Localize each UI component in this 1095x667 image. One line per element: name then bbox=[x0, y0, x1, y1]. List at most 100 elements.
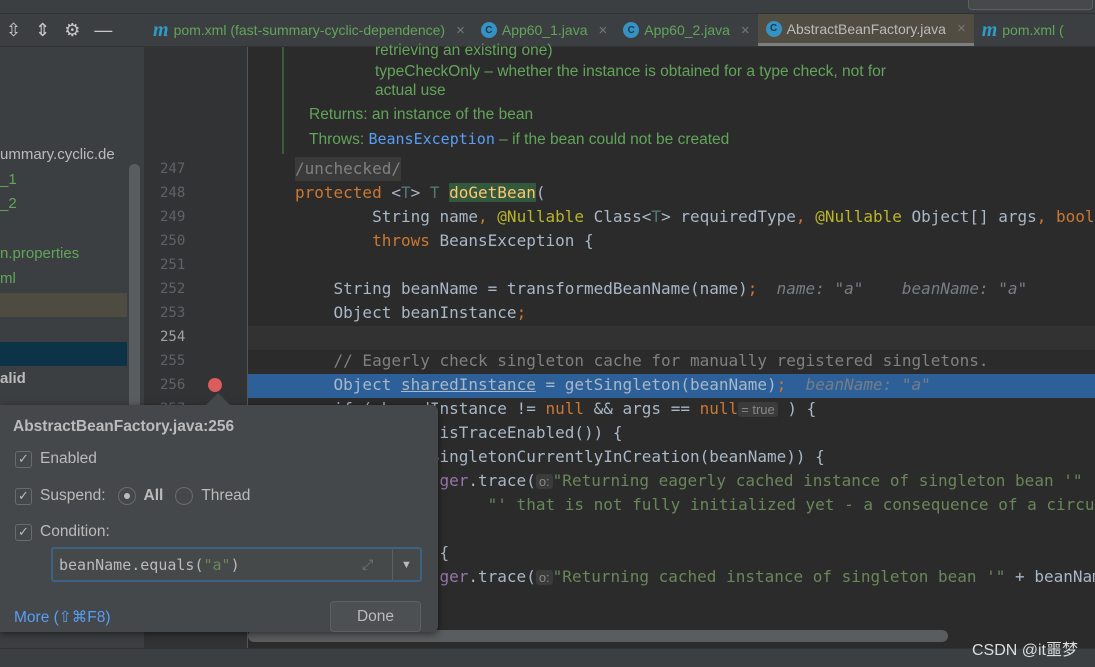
code-line[interactable]: // Eagerly check singleton cache for man… bbox=[295, 349, 989, 373]
javadoc-render: retrieving an existing one) typeCheckOnl… bbox=[282, 42, 1095, 154]
code-token: ; bbox=[516, 303, 527, 322]
suspend-all-label: All bbox=[143, 487, 164, 504]
class-locked-icon: C bbox=[765, 20, 782, 37]
code-line[interactable]: /unchecked/ bbox=[295, 157, 401, 181]
tab-label: pom.xml (fast-summary-cyclic-dependence) bbox=[173, 22, 446, 38]
code-token: "Returning cached instance of singleton … bbox=[552, 567, 1006, 586]
gear-icon[interactable]: ⚙ bbox=[64, 20, 80, 41]
condition-input[interactable]: beanName.equals("a") ⤢ ▼ bbox=[51, 547, 422, 582]
tree-item[interactable]: _1 bbox=[0, 168, 127, 192]
condition-checkbox[interactable]: ✓ bbox=[15, 523, 32, 541]
line-number: 253 bbox=[160, 305, 186, 321]
code-token: @Nullable bbox=[497, 207, 594, 226]
code-token: null bbox=[699, 399, 739, 418]
line-number: 252 bbox=[160, 281, 186, 297]
code-token: @Nullable bbox=[815, 207, 912, 226]
tree-item[interactable] bbox=[0, 317, 127, 341]
tree-item[interactable] bbox=[0, 217, 127, 241]
code-token: name: "a" beanName: "a" bbox=[757, 279, 1028, 298]
code-token: protected bbox=[295, 183, 392, 202]
tab-label: App60_1.java bbox=[501, 22, 588, 38]
chevron-down-icon[interactable]: ▼ bbox=[392, 549, 420, 580]
throws-link[interactable]: BeansException bbox=[368, 130, 494, 148]
code-token: , bbox=[795, 207, 816, 226]
run-configuration-selector[interactable] bbox=[968, 0, 1093, 10]
done-button[interactable]: Done bbox=[330, 601, 421, 632]
code-token: && args == bbox=[593, 399, 700, 418]
minimize-icon[interactable]: — bbox=[94, 20, 112, 41]
tab-3[interactable]: C AbstractBeanFactory.java × bbox=[757, 14, 974, 46]
code-token: Object beanInstance bbox=[295, 303, 517, 322]
code-token: < bbox=[391, 183, 401, 202]
code-token: T bbox=[651, 207, 662, 226]
code-line[interactable]: Object beanInstance; bbox=[295, 301, 527, 325]
line-number: 250 bbox=[160, 233, 186, 249]
throws-text: – if the bean could not be created bbox=[494, 131, 730, 148]
code-token: .trace( bbox=[468, 567, 536, 586]
maven-icon: m bbox=[153, 18, 169, 41]
expand-icon[interactable]: ⤢ bbox=[362, 556, 392, 573]
suspend-thread-label: Thread bbox=[201, 487, 251, 504]
code-token: boolean bbox=[1056, 207, 1095, 226]
enabled-checkbox[interactable]: ✓ bbox=[15, 450, 32, 468]
tree-item[interactable]: n.properties bbox=[0, 242, 127, 266]
conditional-breakpoint-icon[interactable] bbox=[208, 378, 222, 392]
code-line[interactable]: String name, @Nullable Class<T> required… bbox=[295, 205, 1095, 229]
code-line[interactable]: String beanName = transformedBeanName(na… bbox=[295, 277, 1028, 301]
code-line[interactable]: protected <T> T doGetBean( bbox=[295, 181, 545, 205]
suspend-thread-radio[interactable] bbox=[175, 487, 194, 505]
close-icon[interactable]: × bbox=[957, 20, 966, 37]
current-line-highlight bbox=[248, 326, 1095, 350]
code-token: + beanName bbox=[1015, 567, 1095, 586]
tab-label: pom.xml ( bbox=[1002, 22, 1064, 38]
line-number: 247 bbox=[160, 161, 186, 177]
code-token: Class< bbox=[593, 207, 652, 226]
code-token: BeansException { bbox=[439, 231, 594, 250]
returns-text: an instance of the bean bbox=[371, 106, 534, 123]
throws-label: Throws: bbox=[309, 131, 365, 148]
doc-line: actual use bbox=[375, 82, 446, 99]
close-icon[interactable]: × bbox=[456, 22, 465, 39]
suspend-all-radio[interactable] bbox=[117, 487, 136, 505]
doc-line: retrieving an existing one) bbox=[375, 42, 553, 59]
more-link[interactable]: More (⇧⌘F8) bbox=[14, 608, 111, 627]
condition-label: Condition: bbox=[40, 523, 110, 540]
code-token: String name bbox=[295, 207, 479, 226]
editor-tabs: m pom.xml (fast-summary-cyclic-dependence… bbox=[145, 14, 1095, 47]
code-token: beanName: "a" bbox=[786, 375, 931, 394]
status-bar bbox=[0, 648, 1095, 667]
maven-icon: m bbox=[981, 18, 998, 41]
code-token: > requiredType bbox=[661, 207, 796, 226]
line-number: 256 bbox=[160, 377, 186, 393]
code-token: null bbox=[545, 399, 594, 418]
tree-item[interactable]: _2 bbox=[0, 192, 127, 216]
run-class-icon: C bbox=[480, 22, 497, 38]
code-token: ; bbox=[747, 279, 758, 298]
code-token: > bbox=[410, 183, 430, 202]
suspend-checkbox[interactable]: ✓ bbox=[15, 487, 32, 505]
code-token: Object bbox=[295, 375, 401, 394]
tree-item[interactable]: ummary.cyclic.de bbox=[0, 143, 127, 167]
breakpoint-popup: AbstractBeanFactory.java:256 ✓ Enabled ✓ S… bbox=[0, 393, 438, 632]
code-token: Object[] args bbox=[911, 207, 1037, 226]
line-number: 255 bbox=[160, 353, 186, 369]
tab-4[interactable]: m pom.xml ( bbox=[974, 14, 1072, 46]
line-number: 251 bbox=[160, 257, 186, 273]
tab-2[interactable]: C App60_2.java × bbox=[615, 14, 757, 46]
close-icon[interactable]: × bbox=[599, 22, 608, 39]
line-number: 249 bbox=[160, 209, 186, 225]
tree-item[interactable] bbox=[0, 342, 127, 366]
tree-item[interactable]: alid bbox=[0, 367, 127, 391]
code-line[interactable]: Object sharedInstance = getSingleton(bea… bbox=[295, 373, 931, 397]
code-token: ) { bbox=[777, 399, 817, 418]
line-number: 254 bbox=[160, 329, 186, 345]
expand-all-icon[interactable]: ⇳ bbox=[6, 20, 21, 41]
condition-value[interactable]: beanName.equals("a") bbox=[53, 556, 362, 574]
collapse-all-icon[interactable]: ⇕ bbox=[35, 20, 50, 41]
code-token: String beanName = transformedBeanName(na… bbox=[295, 279, 748, 298]
title-bar bbox=[0, 0, 1095, 14]
code-line[interactable]: throws BeansException { bbox=[295, 229, 594, 253]
tree-item[interactable]: ml bbox=[0, 267, 127, 291]
tree-item[interactable] bbox=[0, 293, 127, 317]
close-icon[interactable]: × bbox=[741, 22, 750, 39]
